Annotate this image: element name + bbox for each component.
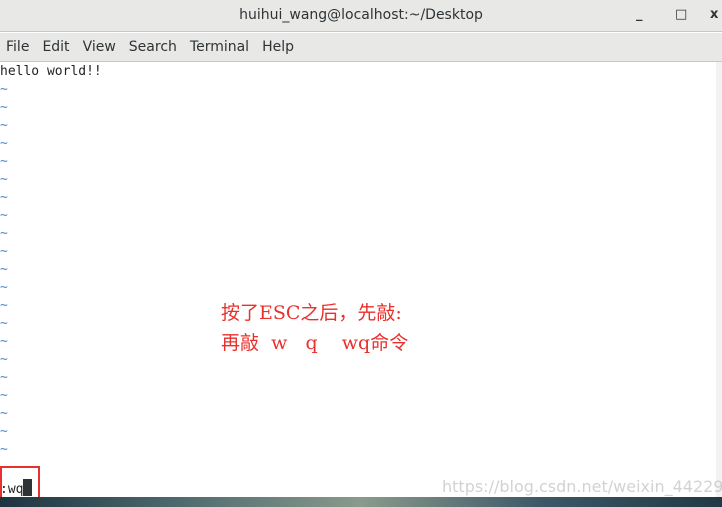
tilde-line: ~ [0, 280, 8, 295]
menu-help[interactable]: Help [262, 33, 294, 61]
tilde-line: ~ [0, 100, 8, 115]
menu-view[interactable]: View [83, 33, 116, 61]
tilde-line: ~ [0, 388, 8, 403]
window-title: huihui_wang@localhost:~/Desktop [239, 7, 483, 23]
tilde-line: ~ [0, 226, 8, 241]
scrollbar[interactable] [716, 62, 722, 498]
watermark: https://blog.csdn.net/weixin_44229431 [442, 477, 722, 496]
file-line: hello world!! [0, 64, 102, 79]
tilde-line: ~ [0, 136, 8, 151]
desktop-strip [0, 497, 722, 507]
close-button[interactable]: x [710, 0, 718, 30]
tilde-line: ~ [0, 244, 8, 259]
tilde-line: ~ [0, 370, 8, 385]
menu-file[interactable]: File [6, 33, 29, 61]
tilde-line: ~ [0, 208, 8, 223]
tilde-line: ~ [0, 352, 8, 367]
minimize-button[interactable]: _ [636, 0, 643, 30]
tilde-line: ~ [0, 172, 8, 187]
annotation-line-2: 再敲 w q wq命令 [221, 332, 409, 354]
tilde-line: ~ [0, 82, 8, 97]
tilde-line: ~ [0, 424, 8, 439]
menu-search[interactable]: Search [129, 33, 177, 61]
tilde-line: ~ [0, 316, 8, 331]
tilde-line: ~ [0, 298, 8, 313]
highlight-box [0, 466, 40, 499]
title-bar: huihui_wang@localhost:~/Desktop _ □ x [0, 0, 722, 32]
tilde-line: ~ [0, 442, 8, 457]
terminal-area[interactable]: hello world!! :wq ~ ~ ~ ~ ~ ~ ~ ~ ~ ~ ~ ~ ~ ~ ~ ~ ~ ~ ~ ~ ~ ~ [0, 62, 716, 498]
menu-edit[interactable]: Edit [42, 33, 69, 61]
tilde-line: ~ [0, 190, 8, 205]
tilde-line: ~ [0, 118, 8, 133]
menu-terminal[interactable]: Terminal [190, 33, 249, 61]
tilde-line: ~ [0, 334, 8, 349]
menu-bar: File Edit View Search Terminal Help [0, 33, 722, 62]
tilde-line: ~ [0, 406, 8, 421]
annotation-line-1: 按了ESC之后，先敲: [221, 302, 402, 324]
tilde-line: ~ [0, 262, 8, 277]
maximize-button[interactable]: □ [675, 0, 687, 30]
tilde-line: ~ [0, 154, 8, 169]
